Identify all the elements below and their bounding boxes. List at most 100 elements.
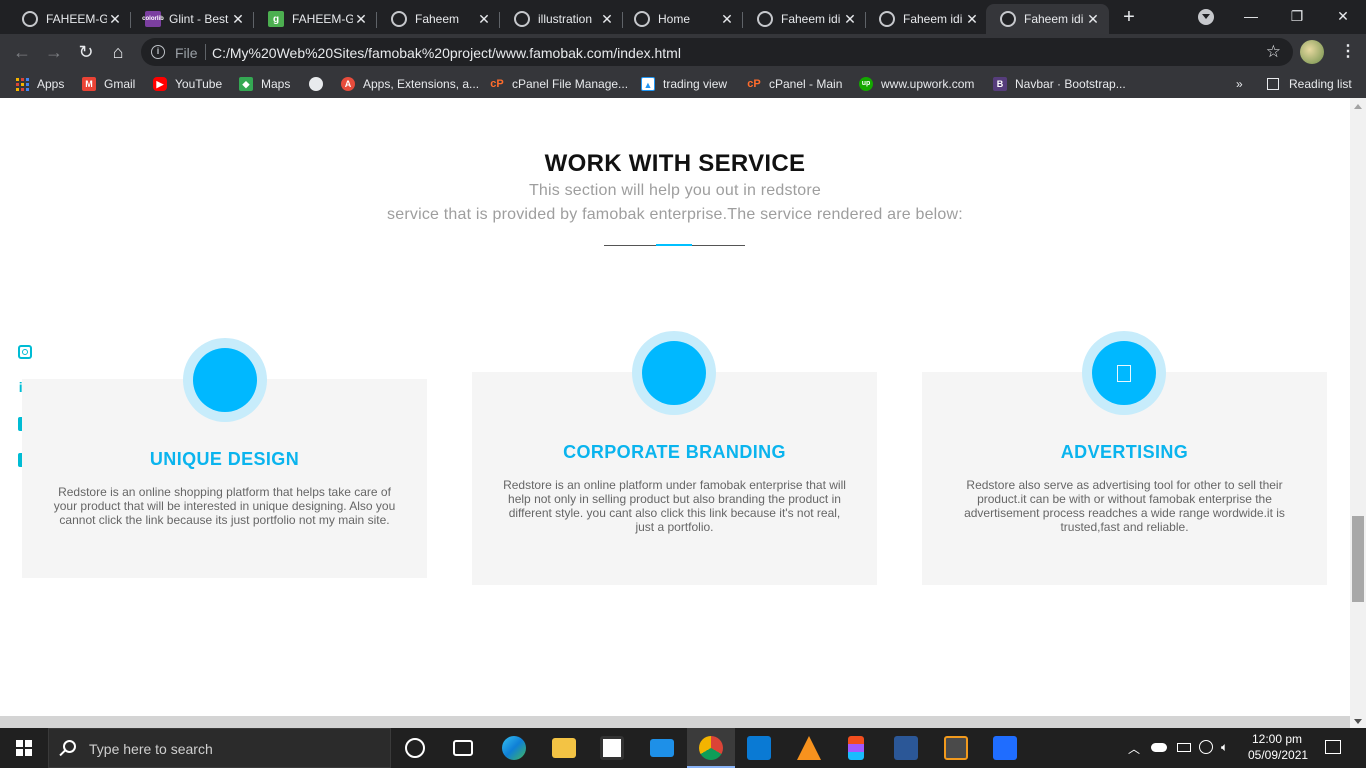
star-icon[interactable]: ☆ (1266, 42, 1281, 62)
tab[interactable]: Home ✕ (620, 4, 743, 34)
chrome-icon[interactable] (699, 736, 723, 760)
service-title: CORPORATE BRANDING (563, 442, 786, 462)
instagram-icon[interactable] (18, 345, 32, 359)
bookmark-extensions[interactable]: A Apps, Extensions, a... (341, 76, 479, 92)
tab[interactable]: Faheem ✕ (377, 4, 500, 34)
close-window-icon[interactable]: ✕ (1320, 0, 1366, 34)
tab[interactable]: FAHEEM-G ✕ (8, 4, 131, 34)
globe-icon (879, 11, 895, 27)
battery-icon[interactable] (1177, 743, 1191, 752)
tab[interactable]: Faheem idi ✕ (743, 4, 866, 34)
tab-title: FAHEEM-G (292, 12, 353, 26)
section-subtitle: This section will help you out in redsto… (528, 182, 822, 199)
system-clock[interactable]: 12:00 pm 05/09/2021 (1248, 731, 1309, 763)
bookmark-apps[interactable]: Apps (16, 76, 64, 92)
close-icon[interactable]: ✕ (1085, 11, 1101, 28)
url-text[interactable]: C:/My%20Web%20Sites/famobak%20project/ww… (212, 45, 681, 61)
service-icon (1082, 331, 1166, 415)
tab-title: FAHEEM-G (46, 12, 107, 26)
bookmark-youtube[interactable]: ▶ YouTube (153, 76, 222, 92)
reading-list-icon (1267, 78, 1279, 90)
service-title: UNIQUE DESIGN (149, 449, 300, 469)
bookmark-bootstrap[interactable]: B Navbar · Bootstrap... (993, 76, 1126, 92)
scroll-down-icon[interactable] (1354, 719, 1362, 724)
horizontal-scrollbar[interactable] (0, 716, 1350, 728)
tab[interactable]: Faheem idi ✕ (865, 4, 988, 34)
cortana-icon[interactable] (405, 738, 425, 758)
typora-icon[interactable] (993, 736, 1017, 760)
task-view-icon[interactable] (453, 740, 473, 756)
word-icon[interactable] (894, 736, 918, 760)
new-tab-button[interactable]: + (1118, 6, 1140, 28)
globe-icon (757, 11, 773, 27)
network-globe-icon[interactable] (1199, 740, 1213, 754)
tab[interactable]: illustration ✕ (500, 4, 623, 34)
bookmark-globe[interactable] (309, 76, 331, 92)
clock-time: 12:00 pm (1251, 732, 1303, 746)
figma-icon[interactable] (848, 736, 864, 760)
tab-active[interactable]: Faheem idi ✕ (986, 4, 1109, 34)
service-text: Redstore also serve as advertising tool … (964, 478, 1285, 534)
minimize-icon[interactable]: — (1228, 0, 1274, 34)
info-icon[interactable]: i (151, 45, 165, 59)
tab-search-icon[interactable] (1198, 9, 1214, 25)
bookmark-upwork[interactable]: up www.upwork.com (859, 76, 974, 92)
close-icon[interactable]: ✕ (230, 11, 246, 28)
windows-start-icon[interactable] (16, 740, 32, 756)
bookmark-label: cPanel - Main (769, 77, 843, 91)
tab[interactable]: colorlib Glint - Best ✕ (131, 4, 254, 34)
kebab-menu-icon[interactable]: ⋮ (1338, 40, 1358, 64)
globe-icon (391, 11, 407, 27)
apps-grid-icon (16, 77, 29, 91)
bookmark-gmail[interactable]: M Gmail (82, 76, 135, 92)
scroll-thumb[interactable] (1352, 516, 1364, 602)
restore-icon[interactable]: ❐ (1274, 0, 1320, 34)
vscode-icon[interactable] (747, 736, 771, 760)
globe-icon (634, 11, 650, 27)
edge-icon[interactable] (502, 736, 526, 760)
back-icon[interactable]: ← (10, 40, 34, 64)
home-icon[interactable]: ⌂ (106, 40, 130, 64)
bookmark-label: Apps (37, 77, 65, 91)
service-icon (632, 331, 716, 415)
bookmark-tradingview[interactable]: ▲ trading view (641, 76, 727, 92)
search-icon (63, 740, 76, 753)
mail-icon[interactable] (650, 739, 674, 757)
close-icon[interactable]: ✕ (353, 11, 369, 28)
extensions-icon: A (341, 77, 355, 91)
gmail-icon: M (82, 77, 96, 91)
vlc-icon[interactable] (797, 736, 821, 760)
onedrive-icon[interactable] (1151, 743, 1167, 752)
youtube-icon: ▶ (153, 77, 167, 91)
reading-list-button[interactable]: Reading list (1267, 76, 1352, 92)
bookmark-label: trading view (663, 77, 728, 91)
close-icon[interactable]: ✕ (476, 11, 492, 28)
bookmark-cpanel-files[interactable]: cP cPanel File Manage... (490, 76, 628, 92)
notifications-icon[interactable] (1325, 740, 1341, 754)
store-icon[interactable] (600, 736, 624, 760)
volume-icon[interactable]: 🔈︎ (1221, 740, 1228, 755)
close-icon[interactable]: ✕ (599, 11, 615, 28)
forward-icon[interactable]: → (42, 40, 66, 64)
clock-date: 05/09/2021 (1248, 748, 1309, 762)
bookmark-maps[interactable]: ◆ Maps (239, 76, 290, 92)
close-icon[interactable]: ✕ (842, 11, 858, 28)
close-icon[interactable]: ✕ (719, 11, 735, 28)
vertical-scrollbar[interactable] (1350, 98, 1366, 728)
address-bar[interactable]: i File C:/My%20Web%20Sites/famobak%20pro… (141, 38, 1293, 66)
globe-icon (514, 11, 530, 27)
scroll-up-icon[interactable] (1354, 104, 1362, 109)
taskbar-search[interactable]: Type here to search (48, 728, 391, 768)
tab-strip: FAHEEM-G ✕ colorlib Glint - Best ✕ g FAH… (0, 0, 1366, 34)
sublime-icon[interactable] (944, 736, 968, 760)
bookmark-cpanel-main[interactable]: cP cPanel - Main (747, 76, 842, 92)
close-icon[interactable]: ✕ (964, 11, 980, 28)
tab[interactable]: g FAHEEM-G ✕ (254, 4, 377, 34)
reload-icon[interactable]: ↻ (74, 40, 98, 64)
tray-chevron-icon[interactable]: ︿ (1128, 740, 1140, 757)
close-icon[interactable]: ✕ (107, 11, 123, 28)
profile-avatar[interactable] (1300, 40, 1324, 64)
tab-title: Glint - Best (169, 12, 229, 26)
file-explorer-icon[interactable] (552, 738, 576, 758)
bookmarks-overflow[interactable]: » (1236, 76, 1243, 92)
